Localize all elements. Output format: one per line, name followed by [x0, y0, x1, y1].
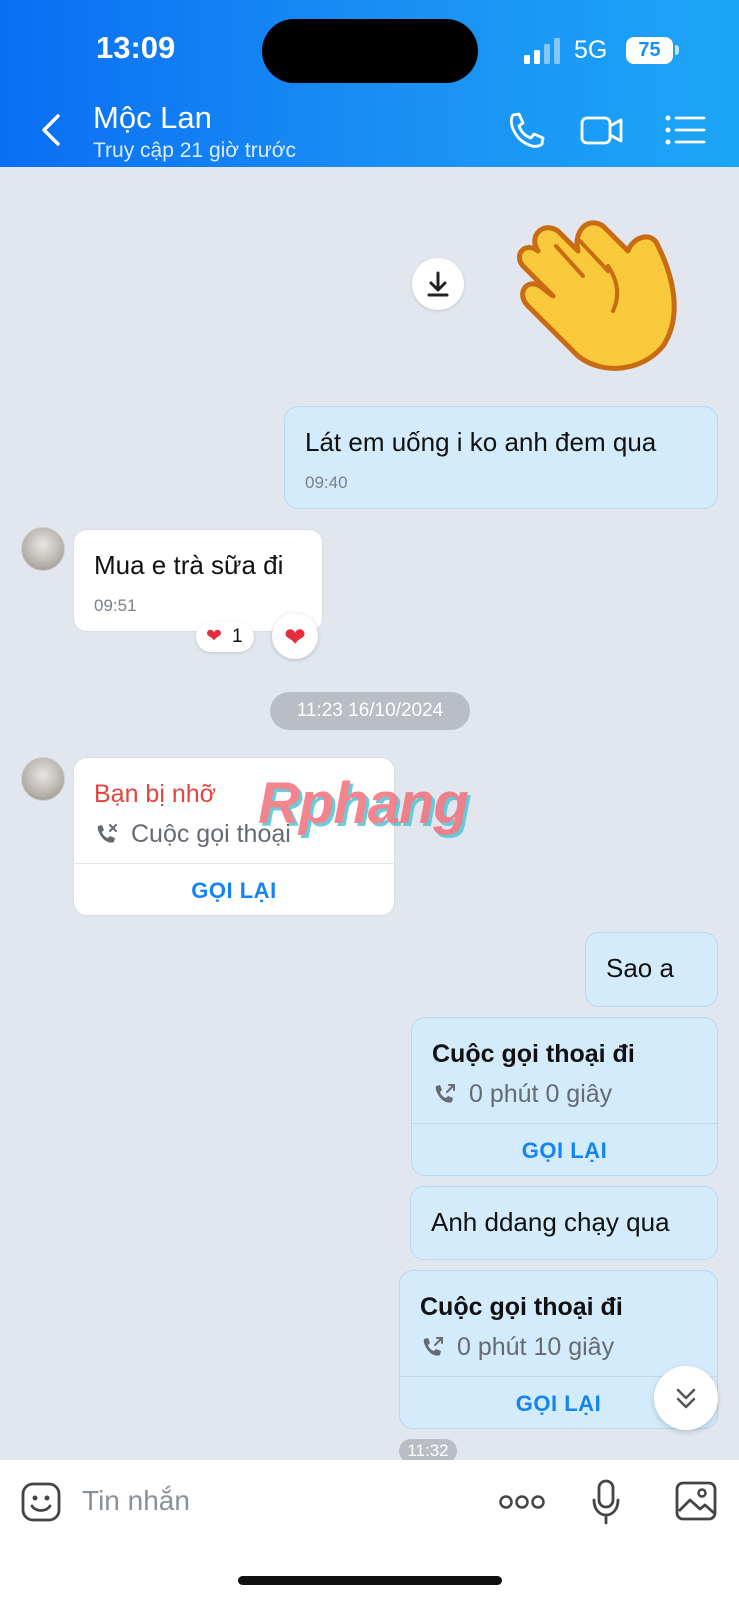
- react-heart-button[interactable]: ❤: [272, 613, 318, 659]
- watermark-logo: Rphang: [258, 771, 469, 836]
- microphone-icon[interactable]: [590, 1478, 622, 1526]
- contact-avatar[interactable]: [21, 527, 65, 571]
- call-back-button[interactable]: GỌI LẠI: [412, 1138, 717, 1164]
- call-back-button[interactable]: GỌI LẠI: [74, 878, 394, 904]
- emoji-sticker-icon[interactable]: [20, 1481, 62, 1523]
- menu-list-icon[interactable]: [664, 110, 708, 150]
- reaction-summary[interactable]: ❤ 1: [196, 622, 254, 652]
- chat-header: 13:09 5G 75 Mộc Lan Truy cập 21 giờ trướ…: [0, 0, 739, 167]
- message-text: Anh ddang chạy qua: [431, 1207, 670, 1237]
- heart-icon: ❤: [206, 626, 222, 647]
- outgoing-call-card[interactable]: Cuộc gọi thoại đi 0 phút 0 giây GỌI LẠI: [411, 1017, 718, 1176]
- outgoing-call-icon: [423, 1337, 443, 1356]
- divider: [412, 1123, 717, 1124]
- scroll-to-bottom-button[interactable]: [654, 1366, 718, 1430]
- video-call-icon[interactable]: [580, 110, 624, 150]
- last-seen-status: Truy cập 21 giờ trước: [93, 139, 297, 162]
- status-time: 13:09: [96, 30, 176, 65]
- message-text: Lát em uống i ko anh đem qua: [305, 427, 657, 457]
- message-text: Mua e trà sữa đi: [94, 550, 284, 580]
- call-title: Cuộc gọi thoại đi: [432, 1040, 635, 1068]
- battery-icon: 75: [626, 37, 673, 64]
- message-bubble-outgoing[interactable]: Lát em uống i ko anh đem qua 09:40: [284, 406, 718, 509]
- message-time: 09:51: [94, 596, 137, 615]
- call-duration: 0 phút 0 giây: [469, 1080, 613, 1108]
- message-input[interactable]: Tin nhắn: [82, 1485, 190, 1517]
- heart-icon: ❤: [284, 622, 306, 652]
- download-icon: [427, 271, 449, 297]
- divider: [74, 863, 394, 864]
- outgoing-call-icon: [435, 1084, 455, 1103]
- contact-name[interactable]: Mộc Lan: [93, 100, 212, 136]
- more-options-icon[interactable]: [498, 1490, 546, 1514]
- home-indicator: [238, 1576, 502, 1585]
- dynamic-island: [262, 19, 478, 83]
- call-duration: 0 phút 10 giây: [457, 1333, 615, 1361]
- back-icon[interactable]: [36, 110, 66, 150]
- image-gallery-icon[interactable]: [674, 1480, 718, 1522]
- double-chevron-down-icon: [676, 1388, 696, 1409]
- message-time: 09:40: [305, 473, 348, 492]
- phone-call-icon[interactable]: [504, 110, 548, 150]
- download-button[interactable]: [412, 258, 464, 310]
- battery-tip: [675, 45, 679, 55]
- message-bubble-outgoing[interactable]: Anh ddang chạy qua: [410, 1186, 718, 1260]
- reaction-count: 1: [232, 626, 243, 647]
- waving-hand-sticker[interactable]: [508, 206, 698, 376]
- call-title: Cuộc gọi thoại đi: [420, 1293, 623, 1321]
- missed-call-icon: [97, 824, 117, 843]
- signal-icon: [524, 38, 560, 64]
- contact-avatar[interactable]: [21, 757, 65, 801]
- message-text: Sao a: [606, 953, 674, 983]
- message-bubble-outgoing[interactable]: Sao a: [585, 932, 718, 1007]
- date-separator: 11:23 16/10/2024: [270, 692, 470, 730]
- network-type: 5G: [574, 36, 608, 64]
- missed-call-title: Bạn bị nhỡ: [94, 780, 217, 808]
